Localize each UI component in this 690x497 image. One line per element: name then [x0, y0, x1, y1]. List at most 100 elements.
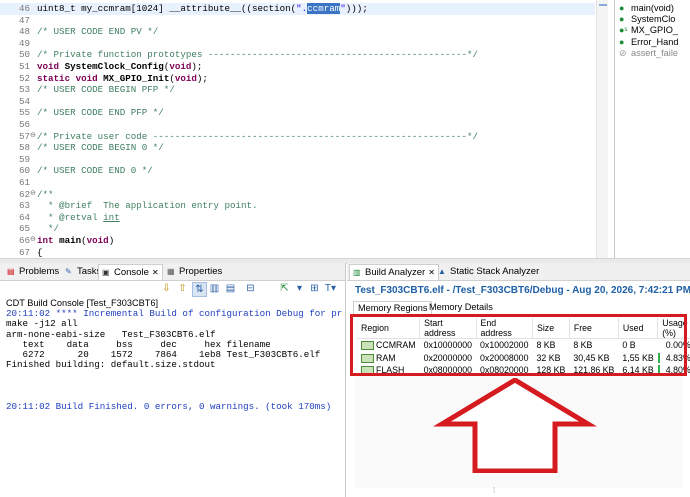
code-line[interactable]: 53 /* USER CODE BEGIN PFP */ — [0, 84, 595, 96]
clear-console-icon[interactable]: ▤ — [224, 282, 237, 295]
annotation-up-arrow — [433, 378, 597, 473]
code-editor[interactable]: 46 uint8_t my_ccmram[1024] __attribute__(… — [0, 0, 608, 258]
line-number: 65 — [18, 223, 30, 235]
code-line[interactable]: 54 — [0, 96, 595, 108]
fold-icon[interactable]: ⊖ — [30, 189, 36, 201]
open-console-icon[interactable]: ⊞ — [308, 282, 321, 295]
problems-icon: ▤ — [7, 267, 15, 276]
scroll-lock-icon[interactable]: ⇅ — [192, 282, 207, 297]
scroll-up-icon[interactable]: ⇧ — [176, 282, 189, 295]
line-number: 62 — [18, 188, 30, 200]
line-number: 57 — [18, 130, 30, 142]
code-line[interactable]: 60 /* USER CODE END 0 */ — [0, 165, 595, 177]
console-line: 20:11:02 **** Incremental Build of confi… — [6, 309, 342, 319]
code-text: * @retval int — [37, 211, 120, 223]
code-line[interactable]: 63 * @brief The application entry point. — [0, 200, 595, 212]
new-console-icon[interactable]: T▾ — [324, 282, 337, 295]
code-line[interactable]: 50 /* Private function prototypes -------… — [0, 49, 595, 61]
line-number: 64 — [18, 211, 30, 223]
code-line[interactable]: 62 ⊖/** — [0, 189, 595, 201]
code-line[interactable]: 64 * @retval int — [0, 212, 595, 224]
code-line[interactable]: 52 static void MX_GPIO_Init(void); — [0, 73, 595, 85]
code-line[interactable]: 47 — [0, 15, 595, 27]
code-line[interactable]: 65 */ — [0, 223, 595, 235]
code-line[interactable]: 58 /* USER CODE BEGIN 0 */ — [0, 142, 595, 154]
line-number: 59 — [18, 153, 30, 165]
code-text: int main(void) — [37, 235, 115, 246]
display-console-icon[interactable]: ▾ — [293, 282, 306, 295]
line-number: 52 — [18, 72, 30, 84]
fold-icon[interactable]: ⊖ — [30, 235, 36, 247]
tab-problems[interactable]: ▤ Problems — [4, 264, 62, 279]
line-number: 55 — [18, 107, 30, 119]
code-text: /* USER CODE END PV */ — [37, 26, 159, 38]
line-number: 49 — [18, 37, 30, 49]
close-icon[interactable]: ✕ — [428, 268, 435, 277]
outline-view: ● main(void) ● SystemClo ●ˢ MX_GPIO_ ● Error… — [614, 0, 690, 258]
line-number: 56 — [18, 119, 30, 130]
tab-build-analyzer[interactable]: ▥ Build Analyzer ✕ — [349, 264, 439, 280]
code-line[interactable]: 57 ⊖/* Private user code ----------------… — [0, 131, 595, 143]
tasks-icon: ✎ — [65, 267, 72, 276]
console-line: arm-none-eabi-size Test_F303CBT6.elf — [6, 329, 216, 340]
code-line[interactable]: 55 /* USER CODE END PFP */ — [0, 107, 595, 119]
pin-console-icon[interactable]: ⇱ — [278, 282, 291, 295]
tab-properties[interactable]: ▦ Properties — [164, 264, 225, 279]
line-number: 61 — [18, 177, 30, 188]
code-text: /* Private function prototypes ---------… — [37, 49, 479, 61]
line-number: 63 — [18, 200, 30, 212]
line-number: 66 — [18, 235, 30, 246]
code-text: */ — [37, 223, 60, 235]
editor-scrollbar[interactable] — [596, 0, 608, 258]
stack-analyzer-icon: ▲ — [438, 267, 446, 276]
code-text: static void MX_GPIO_Init(void); — [37, 72, 208, 84]
code-text: { — [37, 246, 43, 258]
code-line[interactable]: 67 { — [0, 247, 595, 258]
code-line[interactable]: 61 — [0, 177, 595, 189]
fold-icon[interactable]: ⊖ — [30, 131, 36, 143]
code-line[interactable]: 46 uint8_t my_ccmram[1024] __attribute__(… — [0, 3, 595, 15]
annotation-highlight-box — [350, 314, 687, 376]
console-line: 20:11:02 Build Finished. 0 errors, 0 war… — [6, 401, 332, 412]
code-line[interactable]: 66 ⊖ int main(void) — [0, 235, 595, 247]
line-number: 46 — [18, 3, 30, 14]
line-number: 48 — [18, 26, 30, 38]
console-line: 6272 20 1572 7864 1eb8 Test_F303CBT6.elf — [6, 350, 321, 361]
outline-item-assert-failed[interactable]: ⊘ assert_faile — [619, 47, 678, 60]
code-text: /** — [37, 188, 54, 200]
resize-handle[interactable]: ⁞ — [493, 486, 495, 495]
code-text: /* USER CODE BEGIN PFP */ — [37, 84, 175, 96]
clear-icon[interactable]: ⊟ — [244, 282, 257, 295]
line-number: 67 — [18, 246, 30, 258]
code-line[interactable]: 48 /* USER CODE END PV */ — [0, 26, 595, 38]
console-toolbar: ⇩ ⇧ ⇅ ▥ ▤ ⊟ ⇱ ▾ ⊞ T▾ — [0, 281, 345, 297]
tab-static-stack-analyzer[interactable]: ▲ Static Stack Analyzer — [435, 264, 542, 279]
code-line[interactable]: 51 void SystemClock_Config(void); — [0, 61, 595, 73]
pin-icon[interactable]: ⇩ — [160, 282, 173, 295]
code-line[interactable]: 49 — [0, 38, 595, 50]
code-text: void SystemClock_Config(void); — [37, 61, 203, 72]
console-line: text data bss dec hex filename — [6, 339, 271, 350]
scroll-marker — [599, 4, 607, 6]
console-icon: ▣ — [102, 268, 110, 277]
console-line: make -j12 all — [6, 319, 78, 330]
line-number: 50 — [18, 49, 30, 61]
tab-memory-details[interactable]: Memory Details — [425, 301, 497, 314]
properties-icon: ▦ — [167, 267, 175, 276]
disabled-function-icon: ⊘ — [619, 48, 627, 58]
code-text: * @brief The application entry point. — [37, 200, 258, 212]
tab-memory-regions[interactable]: Memory Regions — [353, 301, 433, 315]
tab-console[interactable]: ▣ Console ✕ — [98, 264, 163, 280]
console-output[interactable]: 20:11:02 **** Incremental Build of confi… — [6, 309, 342, 412]
code-line[interactable]: 56 — [0, 119, 595, 131]
line-number: 58 — [18, 142, 30, 154]
build-analyzer-icon: ▥ — [353, 268, 361, 277]
close-icon[interactable]: ✕ — [152, 268, 159, 277]
code-line[interactable]: 59 — [0, 154, 595, 166]
word-wrap-icon[interactable]: ▥ — [208, 282, 221, 295]
line-number: 60 — [18, 165, 30, 177]
console-panel: ▤ Problems ✎ Tasks ▣ Console ✕ ▦ Properties ⇩… — [0, 263, 346, 497]
